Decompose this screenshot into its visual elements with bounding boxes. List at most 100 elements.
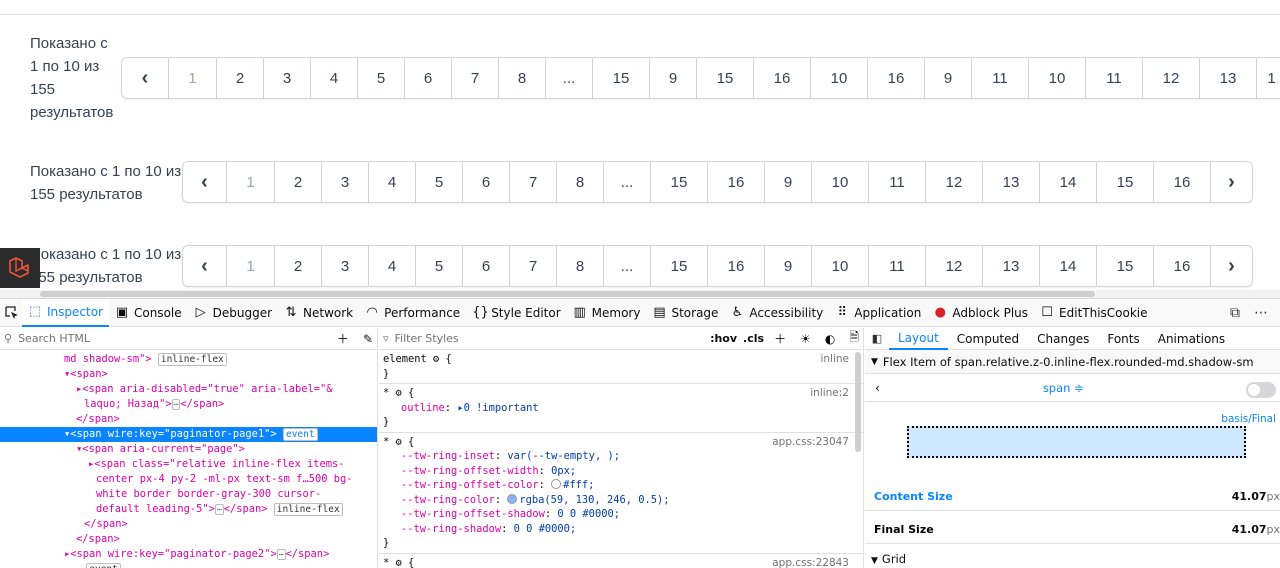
add-rule-icon[interactable]: ＋ (770, 330, 790, 347)
tab-adblock-plus[interactable]: ●Adblock Plus (927, 299, 1034, 327)
css-declaration[interactable]: --tw-ring-inset: var(--tw-empty, ); (383, 449, 859, 464)
color-swatch[interactable] (507, 494, 517, 504)
horizontal-scrollbar[interactable] (0, 290, 1280, 298)
sidebar-tab-changes[interactable]: Changes (1028, 328, 1098, 350)
page-button[interactable]: 3 (321, 162, 368, 202)
page-button[interactable]: 3 (321, 246, 368, 286)
page-button[interactable]: 8 (556, 162, 603, 202)
tree-node[interactable]: </span> (0, 532, 377, 547)
page-button[interactable]: 9 (649, 58, 696, 98)
page-button[interactable]: 11 (971, 58, 1028, 98)
filter-styles-input[interactable]: Filter Styles (395, 332, 459, 345)
page-button[interactable]: 10 (811, 162, 868, 202)
page-button[interactable]: 8 (556, 246, 603, 286)
page-button[interactable]: 5 (357, 58, 404, 98)
page-button[interactable]: 8 (498, 58, 545, 98)
print-media-icon[interactable]: 🗎 (845, 328, 863, 349)
page-button[interactable]: 12 (925, 246, 982, 286)
page-button[interactable]: 2 (274, 246, 321, 286)
page-button[interactable]: 14 (1039, 246, 1096, 286)
page-button[interactable]: 16 (1153, 162, 1210, 202)
html-search-input[interactable]: Search HTML (18, 332, 90, 345)
next-page-button[interactable]: › (1210, 162, 1252, 202)
page-button[interactable]: 6 (462, 246, 509, 286)
tree-node[interactable]: center px-4 py-2 -ml-px text-sm f…500 bg… (0, 472, 377, 487)
tree-node[interactable]: ▸<span class="relative inline-flex items… (0, 457, 377, 472)
page-button[interactable]: 9 (924, 58, 971, 98)
page-button[interactable]: 11 (868, 162, 925, 202)
tab-style-editor[interactable]: {}Style Editor (466, 299, 566, 327)
page-button[interactable]: 13 (982, 246, 1039, 286)
tab-performance[interactable]: ◠Performance (359, 299, 466, 327)
back-icon[interactable]: ‹ (875, 381, 880, 395)
grid-section-header[interactable]: ▼Grid (871, 552, 906, 566)
tree-node[interactable]: laquo; Назад">⋯</span> (0, 397, 377, 412)
page-button[interactable]: 4 (368, 246, 415, 286)
rule-source-link[interactable]: app.css:23047 (772, 435, 849, 450)
laravel-debugbar-icon[interactable] (0, 248, 40, 288)
element-picker-icon[interactable] (2, 299, 22, 327)
node-badge[interactable]: event (283, 428, 318, 441)
collapsed-content[interactable]: ⋯ (277, 549, 286, 560)
tab-debugger[interactable]: ▷Debugger (188, 299, 278, 327)
tab-memory[interactable]: ▥Memory (567, 299, 647, 327)
page-button[interactable]: 16 (753, 58, 810, 98)
page-button[interactable]: 2 (216, 58, 263, 98)
tab-application[interactable]: ⠿Application (829, 299, 927, 327)
collapsed-content[interactable]: ⋯ (215, 504, 224, 515)
page-button[interactable]: 16 (867, 58, 924, 98)
tree-node[interactable]: md shadow-sm"> inline-flex (0, 352, 377, 367)
tab-inspector[interactable]: ⬚Inspector (22, 299, 109, 327)
page-button[interactable]: 16 (1153, 246, 1210, 286)
css-declaration[interactable]: --tw-ring-color: rgba(59, 130, 246, 0.5)… (383, 493, 859, 508)
page-button[interactable]: 9 (764, 246, 811, 286)
page-button[interactable]: 10 (1028, 58, 1085, 98)
page-button[interactable]: 15 (592, 58, 649, 98)
prev-page-button[interactable]: ‹ (122, 58, 168, 98)
more-options-icon[interactable]: ⋯ (1254, 305, 1268, 321)
sidebar-tab-layout[interactable]: Layout (889, 328, 948, 350)
node-badge[interactable]: inline-flex (158, 353, 227, 366)
page-button[interactable]: 6 (404, 58, 451, 98)
tree-node[interactable]: ▾<span> (0, 367, 377, 382)
page-button[interactable]: 15 (696, 58, 753, 98)
css-declaration[interactable]: outline: ▸0 !important (383, 401, 859, 416)
add-node-icon[interactable]: ＋ (333, 330, 353, 347)
node-badge[interactable]: inline-flex (274, 503, 343, 516)
prev-page-button[interactable]: ‹ (183, 246, 226, 286)
tab-editthiscookie[interactable]: ☐EditThisCookie (1034, 299, 1154, 327)
page-button[interactable]: 4 (310, 58, 357, 98)
page-button[interactable]: 5 (415, 162, 462, 202)
sidebar-tab-animations[interactable]: Animations (1149, 328, 1234, 350)
tree-node[interactable]: ▾<span aria-current="page"> (0, 442, 377, 457)
page-button[interactable]: 9 (764, 162, 811, 202)
page-button[interactable]: 13 (982, 162, 1039, 202)
tab-console[interactable]: ▣Console (109, 299, 188, 327)
class-toggle[interactable]: .cls (743, 332, 764, 345)
page-button[interactable]: 11 (868, 246, 925, 286)
rule-source-link[interactable]: inline (820, 352, 849, 367)
page-button[interactable]: 7 (509, 246, 556, 286)
tab-network[interactable]: ⇅Network (278, 299, 359, 327)
rule-selector[interactable]: element ⚙ { (383, 352, 859, 367)
page-button[interactable]: 10 (810, 58, 867, 98)
page-button[interactable]: 15 (650, 162, 707, 202)
page-button[interactable]: 3 (263, 58, 310, 98)
page-button[interactable]: 16 (707, 246, 764, 286)
responsive-design-icon[interactable]: ⧉ (1230, 305, 1240, 321)
page-button[interactable]: 16 (707, 162, 764, 202)
color-swatch[interactable] (551, 479, 561, 489)
tree-node[interactable]: ▾<span wire:key="paginator-page1"> event (0, 427, 377, 442)
node-badge[interactable]: event (86, 563, 121, 568)
page-button[interactable]: 7 (509, 162, 556, 202)
highlight-toggle[interactable] (1246, 382, 1276, 398)
page-button[interactable]: 12 (1142, 58, 1199, 98)
rule-selector[interactable]: * ⚙ { (383, 386, 859, 401)
tree-node[interactable]: ▸<span aria-disabled="true" aria-label="… (0, 382, 377, 397)
tree-node[interactable]: </span> (0, 412, 377, 427)
next-page-button[interactable]: › (1210, 246, 1252, 286)
page-button[interactable]: 15 (1096, 162, 1153, 202)
css-declaration[interactable]: --tw-ring-shadow: 0 0 #0000; (383, 522, 859, 537)
tab-storage[interactable]: ▤Storage (646, 299, 724, 327)
page-button[interactable]: 12 (925, 162, 982, 202)
